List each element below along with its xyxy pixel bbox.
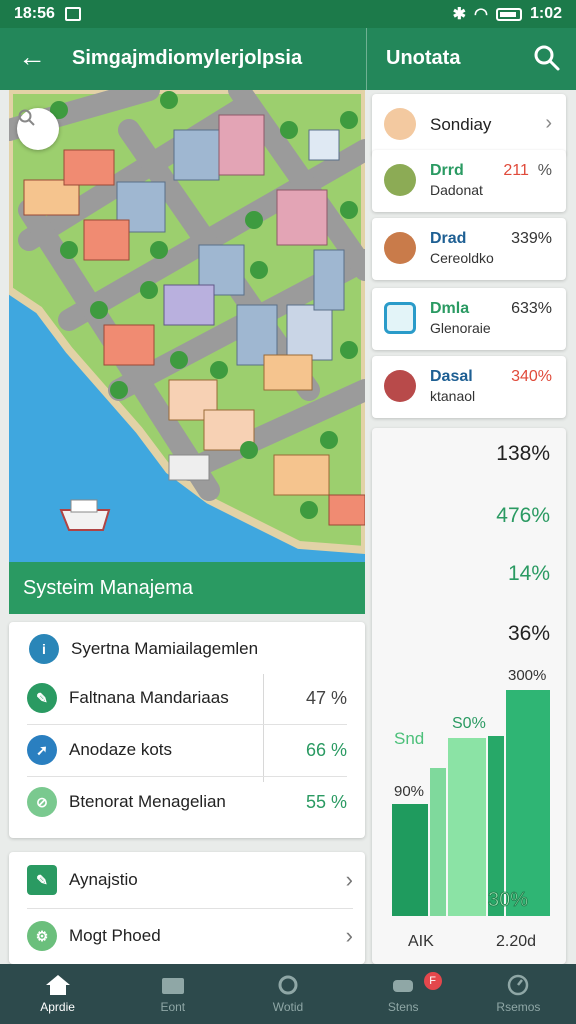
nav-home[interactable]: Aprdie bbox=[0, 964, 115, 1024]
side-card-sunday[interactable]: Sondiay › bbox=[372, 94, 566, 156]
info-icon: i bbox=[29, 634, 59, 664]
status-time: 18:56 bbox=[14, 5, 55, 22]
chart-x-label: 2.20d bbox=[496, 933, 536, 950]
search-icon[interactable] bbox=[532, 43, 562, 73]
management-row-label: Btenorat Menagelian bbox=[69, 792, 226, 811]
magnifier-icon bbox=[18, 109, 35, 126]
chart-label: 30% bbox=[488, 889, 528, 911]
compass-icon bbox=[508, 974, 529, 996]
side-card-subtitle: Glenoraie bbox=[430, 320, 491, 336]
chart-edit-icon: ✎ bbox=[27, 865, 57, 895]
nav-label: Stens bbox=[387, 1000, 419, 1014]
location-icon bbox=[278, 975, 298, 995]
side-card-value: 339% bbox=[511, 230, 552, 247]
map-search-button[interactable] bbox=[17, 108, 59, 150]
battery-icon bbox=[495, 7, 522, 21]
rocket-icon: ➚ bbox=[27, 735, 57, 765]
leaf-icon: ✎ bbox=[27, 683, 57, 713]
navigation-card: ✎ Aynajstio › ⚙ Mogt Phoed › bbox=[9, 852, 365, 964]
settings-icon: ⚙ bbox=[27, 921, 57, 951]
management-row[interactable]: ✎ Faltnana Mandariaas 47 % bbox=[27, 672, 347, 724]
side-card-title: Dmla bbox=[430, 300, 470, 317]
side-card-title: Dasal bbox=[430, 368, 473, 385]
chart-label: 90% bbox=[394, 783, 424, 800]
chevron-right-icon: › bbox=[545, 112, 552, 134]
chart-bar bbox=[506, 690, 550, 916]
side-card-title: Drad bbox=[430, 230, 467, 247]
avatar bbox=[384, 232, 416, 264]
side-card-value: 633% bbox=[511, 300, 552, 317]
notification-badge: F bbox=[423, 972, 442, 990]
nav-label: Eont bbox=[160, 1000, 186, 1014]
notification-icon bbox=[64, 7, 81, 21]
bluetooth-icon: ✱ bbox=[452, 6, 466, 23]
side-card[interactable]: Drad Cereoldko 339% bbox=[372, 218, 566, 280]
nav-row-label: Aynajstio bbox=[69, 870, 138, 889]
nav-row-label: Mogt Phoed bbox=[69, 926, 161, 945]
side-card-subtitle: ktanaol bbox=[430, 388, 476, 404]
side-card-subtitle: Cereoldko bbox=[430, 250, 494, 266]
management-row-value: 47 % bbox=[305, 687, 347, 708]
home-icon bbox=[45, 975, 70, 995]
side-card[interactable]: Drrd Dadonat 211 % bbox=[372, 150, 566, 212]
chart-bar bbox=[392, 804, 428, 916]
nav-stats[interactable]: Stens F bbox=[346, 964, 461, 1024]
chart-label: Snd bbox=[394, 729, 424, 748]
chart-label: S0% bbox=[452, 715, 486, 732]
back-arrow-icon[interactable]: ← bbox=[18, 42, 46, 72]
chevron-right-icon: › bbox=[345, 923, 353, 948]
chart-x-label: AIK bbox=[408, 933, 434, 950]
app-title: Simgajmdiomylerjolpsia bbox=[72, 47, 303, 69]
status-bar: 18:56 ✱ ◠ 1:02 bbox=[0, 0, 576, 28]
chart-bar bbox=[448, 738, 486, 916]
side-card-value: 340% bbox=[511, 368, 552, 385]
chart-bar bbox=[430, 768, 446, 916]
tag-icon: ⊘ bbox=[27, 787, 57, 817]
wifi-icon: ◠ bbox=[474, 6, 488, 23]
side-card[interactable]: Dmla Glenoraie 633% bbox=[372, 288, 566, 350]
house-icon bbox=[384, 302, 416, 334]
status-right-time: 1:02 bbox=[529, 5, 562, 22]
side-card-subtitle: Dadonat bbox=[430, 182, 483, 198]
management-row-label: Anodaze kots bbox=[69, 740, 173, 759]
nav-label: Rsemos bbox=[496, 1000, 541, 1014]
avatar bbox=[384, 108, 416, 140]
management-row-value: 55 % bbox=[305, 791, 347, 812]
nav-row-phone[interactable]: ⚙ Mogt Phoed › bbox=[27, 908, 353, 964]
nav-settings[interactable]: Rsemos bbox=[461, 964, 576, 1024]
nav-row-analytics[interactable]: ✎ Aynajstio › bbox=[27, 852, 353, 908]
nav-label: Aprdie bbox=[40, 1000, 75, 1014]
nav-label: Wotid bbox=[272, 1000, 304, 1014]
city-map[interactable]: Systeim Manajema bbox=[9, 90, 365, 614]
tools-icon bbox=[393, 980, 414, 992]
status-icons: ✱ ◠ 1:02 bbox=[453, 4, 562, 24]
avatar bbox=[384, 370, 416, 402]
chart-label: 300% bbox=[508, 667, 546, 684]
app-bar-divider bbox=[366, 28, 367, 90]
management-row-value: 66 % bbox=[305, 739, 347, 760]
nav-world[interactable]: Wotid bbox=[230, 964, 345, 1024]
avatar bbox=[384, 164, 416, 196]
boat-shape bbox=[59, 499, 111, 531]
chevron-right-icon: › bbox=[345, 867, 353, 892]
management-row[interactable]: ⊘ Btenorat Menagelian 55 % bbox=[27, 776, 347, 828]
folder-icon bbox=[161, 978, 184, 994]
side-card[interactable]: Dasal ktanaol 340% bbox=[372, 356, 566, 418]
side-card-title: Drrd bbox=[430, 162, 464, 179]
bottom-navigation: Aprdie Eont Wotid Stens F Rsemos bbox=[0, 964, 576, 1024]
bar-chart: 300% Snd S0% 90% 30% AIK 2.20d bbox=[392, 667, 550, 950]
map-caption: Systeim Manajema bbox=[9, 562, 365, 614]
city-map-illustration bbox=[9, 90, 365, 555]
stats-card: 138% 476% 14% 36% 300% Snd S0% 90% 30% A… bbox=[372, 428, 566, 964]
management-card: i Syertna Mamiailagemlen ✎ Faltnana Mand… bbox=[9, 622, 365, 838]
secondary-title: Unotata bbox=[386, 47, 461, 69]
management-header: i Syertna Mamiailagemlen bbox=[29, 634, 258, 664]
management-row[interactable]: ➚ Anodaze kots 66 % bbox=[27, 724, 347, 776]
side-card-value: 211 % bbox=[503, 162, 552, 179]
management-title: Syertna Mamiailagemlen bbox=[71, 639, 259, 658]
nav-events[interactable]: Eont bbox=[115, 964, 230, 1024]
side-card-title: Sondiay bbox=[430, 115, 492, 134]
management-row-label: Faltnana Mandariaas bbox=[69, 688, 229, 707]
app-bar: ← Simgajmdiomylerjolpsia Unotata bbox=[0, 28, 576, 90]
